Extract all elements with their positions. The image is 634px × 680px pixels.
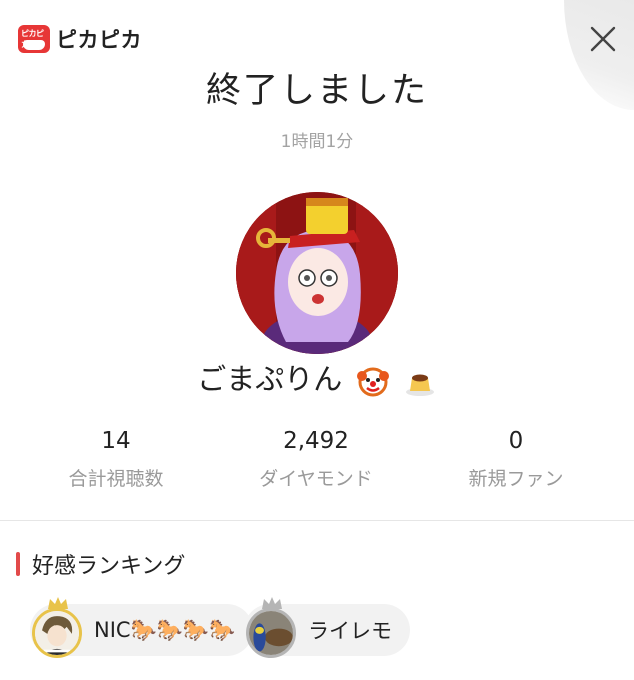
stat-label: ダイヤモンド [259,468,373,490]
divider [0,520,634,521]
avatar [32,608,82,658]
stat-total-views: 14 合計視聴数 [16,428,216,491]
ranker-name: NIC🐎🐎🐎🐎 [94,617,236,642]
clown-face-icon [356,364,390,398]
ranker-name: ライレモ [308,619,392,643]
avatar [246,608,296,658]
page-title: 終了しました [205,71,428,111]
stream-duration: 1時間1分 [280,132,354,152]
ranker-avatar-wrap [30,597,86,658]
stat-value: 14 [101,428,131,454]
ranking-title: 好感ランキング [32,554,186,579]
live-ended-screen: ピカピカ ピカピカ 終了しました 1時間1分 ごまぷりん [0,0,634,680]
app-logo: ピカピカ ピカピカ [18,24,142,54]
silver-crown-icon [261,596,283,610]
ranking-item-1[interactable]: NIC🐎🐎🐎🐎 [30,597,254,658]
stat-label: 合計視聴数 [68,468,164,490]
streamer-avatar[interactable] [236,192,398,354]
ranker-avatar-wrap [244,597,300,658]
stat-diamonds: 2,492 ダイヤモンド [216,428,416,491]
section-accent-bar [16,552,20,576]
logo-text: ピカピカ [56,28,142,52]
ranking-header: 好感ランキング [16,548,185,580]
close-icon [590,26,616,52]
stat-value: 0 [508,428,524,454]
pudding-icon [403,364,437,398]
ranking-item-2[interactable]: ライレモ [244,597,410,658]
close-button[interactable] [586,22,620,56]
logo-icon: ピカピカ [18,25,50,53]
stat-label: 新規ファン [468,468,564,490]
stat-value: 2,492 [283,428,349,454]
streamer-name: ごまぷりん [197,362,343,396]
gold-crown-icon [47,596,69,610]
streamer-name-row: ごまぷりん [0,356,634,398]
stream-stats: 14 合計視聴数 2,492 ダイヤモンド 0 新規ファン [0,428,634,508]
stat-new-fans: 0 新規ファン [416,428,616,491]
